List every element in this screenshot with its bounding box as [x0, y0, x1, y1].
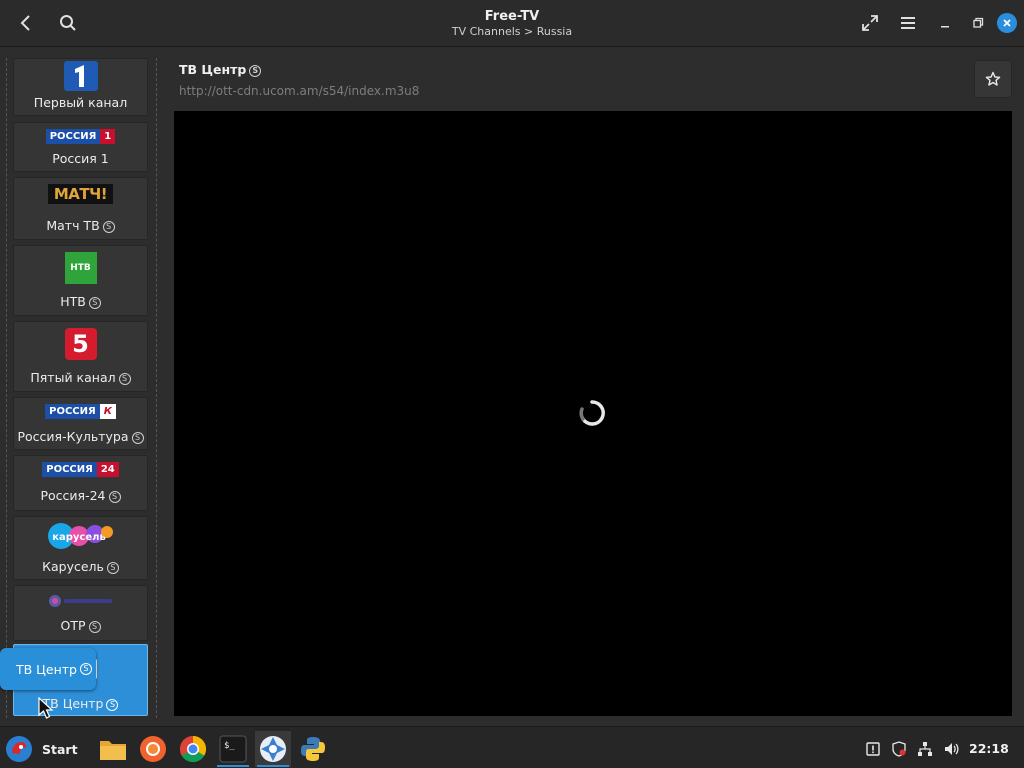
- fullscreen-icon: [862, 15, 878, 31]
- svg-text:карусель: карусель: [52, 532, 106, 543]
- stream-url[interactable]: http://ott-cdn.ucom.am/s54/index.m3u8: [179, 84, 419, 98]
- channel-item[interactable]: Первый канал: [13, 58, 148, 116]
- karusel-logo: карусель: [14, 521, 147, 551]
- menu-button[interactable]: [892, 8, 924, 38]
- network-icon[interactable]: [916, 740, 934, 758]
- streaming-icon: S: [88, 621, 101, 633]
- fullscreen-button[interactable]: [854, 8, 886, 38]
- mouse-cursor-icon: [38, 697, 54, 719]
- firefox-icon: [140, 736, 166, 762]
- minimize-icon: [941, 26, 949, 28]
- channel-item[interactable]: карусель Карусель S: [13, 516, 148, 580]
- loading-spinner-icon: [579, 400, 605, 426]
- channel-item[interactable]: РОССИЯ 1 Россия 1: [13, 122, 148, 172]
- start-button[interactable]: Start: [4, 733, 78, 765]
- channel-name: Матч ТВ S: [14, 218, 147, 233]
- channel-item[interactable]: МАТЧ! Матч ТВ S: [13, 177, 148, 240]
- otr-logo: [14, 594, 147, 608]
- channel-one-logo: [14, 61, 147, 91]
- volume-icon[interactable]: [942, 740, 960, 758]
- svg-text:$_: $_: [224, 741, 235, 751]
- channel-name: Россия-24 S: [14, 488, 147, 503]
- hamburger-menu-icon: [901, 17, 915, 29]
- channel-name: ТВ Центр S: [14, 696, 147, 711]
- russia-1-logo: РОССИЯ 1: [14, 129, 147, 144]
- channel-item[interactable]: РОССИЯ К Россия-Культура S: [13, 397, 148, 450]
- channel-title: ТВ Центр S: [179, 62, 262, 77]
- russia-k-logo: РОССИЯ К: [14, 404, 147, 419]
- maximize-button[interactable]: [962, 8, 994, 38]
- ntv-logo: НТВ: [14, 252, 147, 284]
- scroll-indicator: [6, 58, 7, 718]
- channel-item[interactable]: ОТР S: [13, 585, 148, 641]
- scroll-indicator: [156, 58, 157, 718]
- close-icon: [1003, 19, 1011, 27]
- channel-name: Первый канал: [33, 95, 128, 110]
- streaming-icon: S: [131, 432, 144, 444]
- terminal-app[interactable]: $_: [215, 731, 251, 767]
- channel-name: Россия 1: [52, 151, 109, 166]
- streaming-icon: S: [79, 663, 92, 675]
- channel-5-logo: 5: [14, 328, 147, 360]
- streaming-icon: S: [118, 373, 131, 385]
- streaming-icon: S: [102, 221, 115, 233]
- chrome-app[interactable]: [175, 731, 211, 767]
- channel-name: Пятый канал S: [14, 370, 147, 385]
- chrome-icon: [179, 735, 207, 763]
- taskbar: Start $_ 22:18: [0, 726, 1024, 768]
- favorite-button[interactable]: [974, 60, 1012, 98]
- update-notifier-icon[interactable]: [864, 740, 882, 758]
- header-bar: Free-TV TV Channels > Russia: [0, 0, 1024, 47]
- channel-name: Карусель S: [14, 559, 147, 574]
- terminal-icon: $_: [219, 735, 247, 763]
- folder-icon: [100, 741, 126, 760]
- video-player[interactable]: [174, 111, 1012, 716]
- streaming-icon: S: [106, 562, 119, 574]
- python-icon: [301, 737, 325, 761]
- restore-icon: [973, 17, 984, 28]
- drag-tooltip: ТВ Центр S: [0, 648, 96, 690]
- security-shield-icon[interactable]: [890, 740, 908, 758]
- russia-24-logo: РОССИЯ 24: [14, 462, 147, 477]
- channel-item[interactable]: РОССИЯ 24 Россия-24 S: [13, 455, 148, 511]
- channel-item[interactable]: 5 Пятый канал S: [13, 321, 148, 392]
- streaming-icon: S: [88, 297, 101, 309]
- system-clock[interactable]: 22:18: [969, 741, 1009, 756]
- match-tv-logo: МАТЧ!: [14, 184, 147, 204]
- streaming-icon: S: [249, 65, 262, 77]
- close-button[interactable]: [997, 13, 1017, 33]
- python-app[interactable]: [295, 731, 331, 767]
- channel-name: НТВ S: [14, 294, 147, 309]
- start-menu-icon: [6, 736, 32, 762]
- channel-sidebar[interactable]: Первый канал РОССИЯ 1 Россия 1 МАТЧ! Мат…: [0, 48, 163, 724]
- channel-name: Россия-Культура S: [14, 429, 147, 444]
- free-tv-app[interactable]: [255, 731, 291, 767]
- star-icon: [985, 71, 1001, 86]
- streaming-icon: S: [108, 491, 121, 503]
- firefox-app[interactable]: [135, 731, 171, 767]
- channel-name: ОТР S: [14, 618, 147, 633]
- channel-item[interactable]: НТВ НТВ S: [13, 245, 148, 316]
- streaming-icon: S: [106, 699, 119, 711]
- file-manager-app[interactable]: [95, 731, 131, 767]
- free-tv-icon: [260, 736, 286, 762]
- minimize-button[interactable]: [929, 8, 961, 38]
